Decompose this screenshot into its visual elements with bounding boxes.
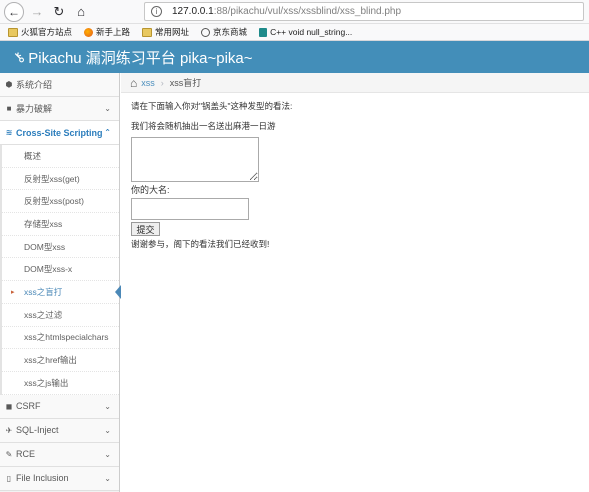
url-bar[interactable]: i 127.0.0.1:88/pikachu/vul/xss/xssblind/… <box>144 2 584 21</box>
submenu-item-current[interactable]: ▸ xss之盲打 <box>2 281 121 304</box>
chevron-down-icon: ⌄ <box>104 449 111 459</box>
breadcrumb-current: xss盲打 <box>169 78 202 88</box>
sidebar-item-sqli[interactable]: ✈ SQL-Inject ⌄ <box>0 418 119 443</box>
lock-icon: ■ <box>6 104 12 113</box>
home-icon[interactable]: ⌂ <box>130 76 137 90</box>
home-button[interactable]: ⌂ <box>70 1 92 23</box>
sidebar-item-xss[interactable]: ≋ Cross-Site Scripting ⌃ <box>0 121 119 145</box>
firefox-icon <box>84 27 94 37</box>
chevron-up-icon: ⌃ <box>104 128 111 137</box>
key-icon: ⚷ <box>9 47 29 66</box>
cube-icon: ◼ <box>5 401 13 411</box>
pencil-icon: ✎ <box>5 449 13 459</box>
bookmark-item[interactable]: 火狐官方站点 <box>8 26 72 38</box>
bookmark-item[interactable]: 京东商城 <box>201 26 247 38</box>
app-title[interactable]: Pikachu 漏洞练习平台 pika~pika~ <box>28 47 252 68</box>
chevron-down-icon: ⌄ <box>104 473 111 483</box>
tags-icon: ⬢ <box>5 80 13 89</box>
file-icon: ▯ <box>6 473 12 483</box>
chevron-down-icon: ⌄ <box>104 401 111 411</box>
sidebar-item-intro[interactable]: ⬢ 系统介绍 <box>0 73 119 97</box>
submenu-item[interactable]: 概述 <box>2 145 119 168</box>
folder-icon <box>142 27 153 37</box>
xss-submenu: 概述 反射型xss(get) 反射型xss(post) 存储型xss DOM型x… <box>0 145 121 395</box>
forward-button[interactable]: → <box>26 1 48 23</box>
thanks-message: 谢谢参与，阁下的看法我们已经收到! <box>131 239 270 249</box>
url-path: :88/pikachu/vul/xss/xssblind/xss_blind.p… <box>213 6 402 17</box>
submenu-item[interactable]: DOM型xss <box>2 235 119 259</box>
name-input[interactable] <box>131 198 249 220</box>
browser-toolbar: ← → ↻ ⌂ i 127.0.0.1:88/pikachu/vul/xss/x… <box>0 0 589 24</box>
reload-button[interactable]: ↻ <box>48 1 70 23</box>
breadcrumb-link[interactable]: xss <box>141 78 155 88</box>
app-header: ⚷ Pikachu 漏洞练习平台 pika~pika~ <box>0 41 589 73</box>
bookmarks-bar: 火狐官方站点 新手上路 常用网址 京东商城 C++ void null_stri… <box>0 24 589 41</box>
submit-button[interactable]: 提交 <box>131 222 160 236</box>
submenu-item[interactable]: 反射型xss(get) <box>2 167 119 191</box>
submenu-item[interactable]: xss之htmlspecialchars <box>2 326 119 350</box>
breadcrumb: ⌂ xss › xss盲打 <box>121 73 589 93</box>
prompt-text: 请在下面输入你对"锅盖头"这种发型的看法: <box>131 101 293 111</box>
folder-icon <box>8 27 18 37</box>
bing-icon <box>259 27 268 37</box>
chevron-down-icon: ⌄ <box>104 425 111 435</box>
code-icon: ≋ <box>5 128 13 137</box>
bookmark-item[interactable]: C++ void null_string... <box>259 27 352 37</box>
submenu-item[interactable]: xss之href输出 <box>2 349 119 372</box>
url-host: 127.0.0.1 <box>172 6 214 17</box>
chevron-down-icon: ⌄ <box>104 104 111 113</box>
main-content: 请在下面输入你对"锅盖头"这种发型的看法: 我们将会随机抽出一名送出麻港一日游 … <box>131 100 571 250</box>
back-button[interactable]: ← <box>4 1 24 22</box>
sidebar: ⬢ 系统介绍 ■ 暴力破解 ⌄ ≋ Cross-Site Scripting ⌃… <box>0 73 121 492</box>
submenu-item[interactable]: xss之过滤 <box>2 303 119 327</box>
sidebar-item-bruteforce[interactable]: ■ 暴力破解 ⌄ <box>0 97 119 121</box>
bookmark-item[interactable]: 新手上路 <box>84 26 130 38</box>
submenu-item[interactable]: 反射型xss(post) <box>2 190 119 214</box>
message-textarea[interactable] <box>131 137 259 182</box>
info-icon[interactable]: i <box>151 6 162 17</box>
submenu-item[interactable]: DOM型xss-x <box>2 258 119 282</box>
plane-icon: ✈ <box>5 425 13 435</box>
sidebar-item-rce[interactable]: ✎ RCE ⌄ <box>0 442 119 467</box>
sidebar-item-file-inclusion[interactable]: ▯ File Inclusion ⌄ <box>0 466 119 491</box>
breadcrumb-separator: › <box>160 77 164 88</box>
submenu-item[interactable]: xss之js输出 <box>2 371 119 395</box>
name-label: 你的大名: <box>131 185 170 195</box>
bookmark-item[interactable]: 常用网址 <box>142 26 189 38</box>
active-pointer <box>115 285 121 300</box>
globe-icon <box>201 27 211 37</box>
caret-right-icon: ▸ <box>11 288 15 296</box>
sidebar-item-csrf[interactable]: ◼ CSRF ⌄ <box>0 394 119 419</box>
notice-text: 我们将会随机抽出一名送出麻港一日游 <box>131 121 276 131</box>
submenu-item[interactable]: 存储型xss <box>2 213 119 236</box>
